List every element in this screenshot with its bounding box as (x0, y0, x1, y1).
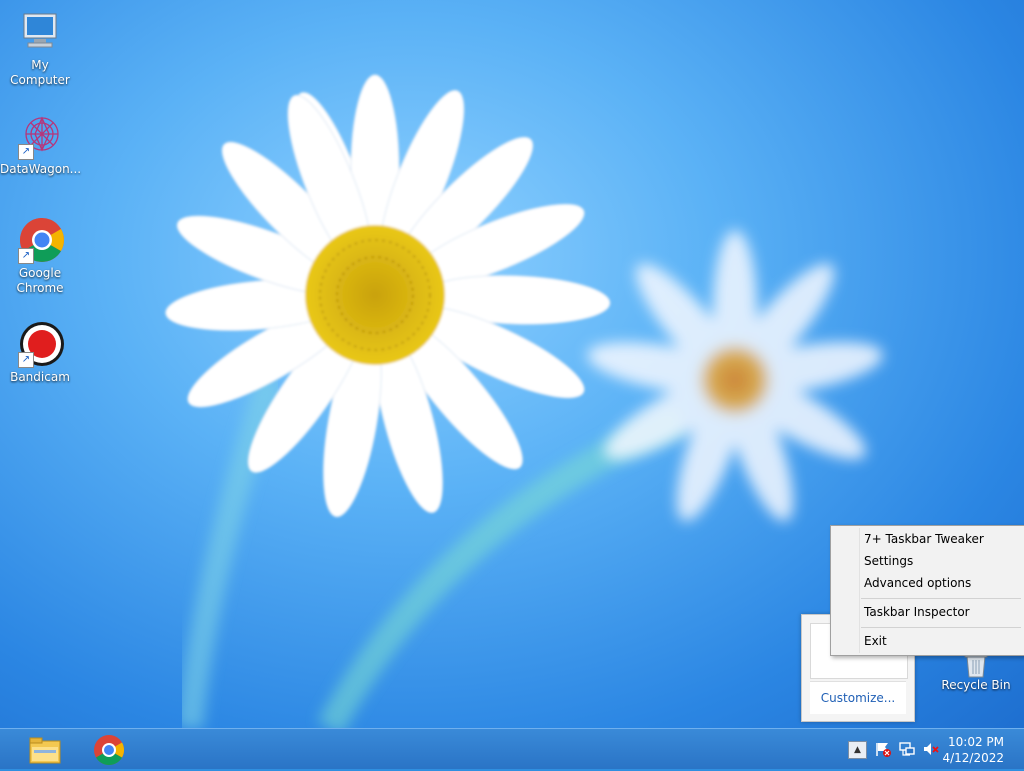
clock-time: 10:02 PM (948, 735, 1004, 749)
volume-muted-icon[interactable] (922, 741, 940, 757)
taskbar-clock[interactable]: 10:02 PM 4/12/2022 (942, 734, 1004, 766)
datawagon-icon: ↗ (16, 112, 64, 160)
desktop-icon-label: My Computer (10, 58, 70, 87)
file-explorer-icon (29, 737, 61, 764)
show-hidden-icons-button[interactable]: ▲ (848, 741, 867, 759)
menu-item-taskbar-inspector[interactable]: Taskbar Inspector (833, 601, 1022, 623)
computer-icon (16, 8, 64, 56)
shortcut-arrow-icon: ↗ (18, 352, 34, 368)
clock-date: 4/12/2022 (942, 751, 1004, 765)
menu-item-exit[interactable]: Exit (833, 630, 1022, 652)
menu-separator (861, 598, 1021, 599)
taskbar: ▲ 10:02 PM 4/12/2022 (0, 728, 1024, 769)
desktop-icon-google-chrome[interactable]: ↗ Google Chrome (0, 216, 80, 296)
menu-item-advanced-options[interactable]: Advanced options (833, 572, 1022, 594)
menu-item-7-taskbar-tweaker[interactable]: 7+ Taskbar Tweaker (833, 528, 1022, 550)
menu-item-settings[interactable]: Settings (833, 550, 1022, 572)
desktop-icon-my-computer[interactable]: My Computer (0, 8, 80, 88)
chrome-icon: ↗ (16, 216, 64, 264)
action-center-flag-icon[interactable] (874, 741, 892, 757)
bandicam-icon: ↗ (16, 320, 64, 368)
desktop-icon-bandicam[interactable]: ↗ Bandicam (0, 320, 80, 385)
desktop-icon-datawagon[interactable]: ↗ DataWagon... (0, 112, 82, 177)
desktop-icon-label: DataWagon... (0, 162, 82, 176)
chrome-icon (94, 735, 125, 766)
shortcut-arrow-icon: ↗ (18, 248, 34, 264)
desktop-icon-recycle-bin[interactable]: Recycle Bin (940, 650, 1012, 692)
menu-separator (861, 627, 1021, 628)
desktop-icon-label: Google Chrome (16, 266, 64, 295)
context-menu: 7+ Taskbar Tweaker Settings Advanced opt… (830, 525, 1024, 656)
customize-link[interactable]: Customize... (810, 681, 906, 714)
recycle-bin-label: Recycle Bin (941, 678, 1011, 692)
network-icon[interactable] (898, 741, 916, 757)
taskbar-chrome-button[interactable] (86, 733, 132, 767)
shortcut-arrow-icon: ↗ (18, 144, 34, 160)
desktop-icon-label: Bandicam (10, 370, 70, 384)
taskbar-file-explorer-button[interactable] (22, 733, 68, 767)
